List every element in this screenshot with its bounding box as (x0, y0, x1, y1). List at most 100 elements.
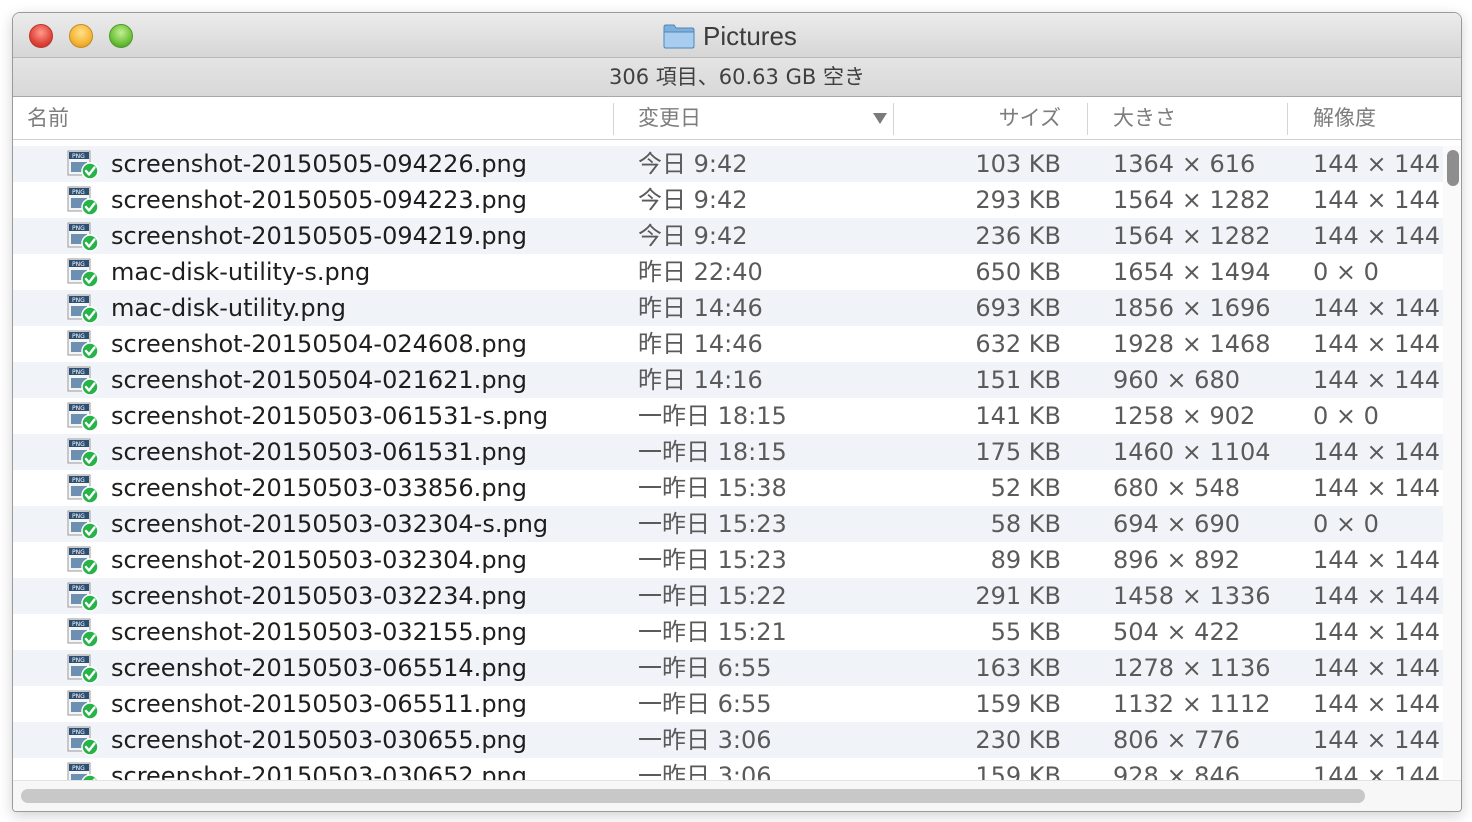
svg-text:PNG: PNG (72, 405, 85, 412)
file-modified-date: 今日 9:42 (638, 150, 748, 178)
file-size: 159 KB (975, 762, 1061, 780)
column-header-name[interactable]: 名前 (27, 97, 69, 139)
file-row[interactable]: PNG mac-disk-utility-s.png 昨日 22:40 650 KB 1… (13, 254, 1443, 290)
file-row[interactable]: PNG screenshot-20150503-032155.png 一昨日 15:… (13, 614, 1443, 650)
svg-text:PNG: PNG (72, 153, 85, 160)
file-name: mac-disk-utility-s.png (111, 258, 371, 286)
file-dimensions: 1564 × 1282 (1113, 222, 1271, 250)
file-row[interactable]: PNG screenshot-20150503-033856.png 一昨日 15:… (13, 470, 1443, 506)
file-name: screenshot-20150503-032234.png (111, 582, 527, 610)
file-size: 89 KB (990, 546, 1061, 574)
file-resolution: 144 × 144 (1313, 726, 1440, 754)
png-file-icon: PNG (67, 150, 99, 180)
file-row[interactable]: PNG screenshot-20150503-065514.png 一昨日 6:5… (13, 650, 1443, 686)
column-divider[interactable] (1287, 103, 1288, 135)
column-header-resolution[interactable]: 解像度 (1313, 97, 1376, 139)
file-resolution: 0 × 0 (1313, 258, 1379, 286)
file-dimensions: 1278 × 1136 (1113, 654, 1271, 682)
svg-text:PNG: PNG (72, 297, 85, 304)
file-name: screenshot-20150503-065511.png (111, 690, 527, 718)
column-header: 名前 変更日 サイズ 大きさ 解像度 (13, 97, 1461, 140)
file-name: screenshot-20150503-032304-s.png (111, 510, 549, 538)
file-resolution: 144 × 144 (1313, 438, 1440, 466)
png-file-icon: PNG (67, 618, 99, 648)
file-resolution: 144 × 144 (1313, 186, 1440, 214)
column-header-size[interactable]: サイズ (953, 97, 1061, 139)
file-resolution: 144 × 144 (1313, 582, 1440, 610)
file-name: screenshot-20150505-094223.png (111, 186, 527, 214)
file-modified-date: 一昨日 18:15 (638, 402, 787, 430)
file-name: screenshot-20150504-024608.png (111, 330, 527, 358)
file-row[interactable]: PNG screenshot-20150503-032234.png 一昨日 15:… (13, 578, 1443, 614)
file-row[interactable]: PNG screenshot-20150504-021621.png 昨日 14:1… (13, 362, 1443, 398)
svg-text:PNG: PNG (72, 441, 85, 448)
minimize-button[interactable] (69, 24, 93, 48)
svg-text:PNG: PNG (72, 333, 85, 340)
file-modified-date: 一昨日 15:23 (638, 510, 787, 538)
file-dimensions: 960 × 680 (1113, 366, 1240, 394)
file-name: screenshot-20150503-033856.png (111, 474, 527, 502)
file-row[interactable]: PNG screenshot-20150503-032304.png 一昨日 15:… (13, 542, 1443, 578)
svg-text:PNG: PNG (72, 225, 85, 232)
file-modified-date: 一昨日 3:06 (638, 762, 772, 780)
horizontal-scrollbar[interactable] (13, 780, 1461, 811)
column-header-dims[interactable]: 大きさ (1113, 97, 1176, 139)
file-resolution: 144 × 144 (1313, 546, 1440, 574)
file-dimensions: 1654 × 1494 (1113, 258, 1271, 286)
file-dimensions: 1460 × 1104 (1113, 438, 1271, 466)
file-modified-date: 一昨日 3:06 (638, 726, 772, 754)
svg-text:PNG: PNG (72, 585, 85, 592)
file-row[interactable]: PNG screenshot-20150503-032304-s.png 一昨日 1… (13, 506, 1443, 542)
svg-text:PNG: PNG (72, 261, 85, 268)
column-header-date[interactable]: 変更日 (638, 97, 701, 139)
file-resolution: 144 × 144 (1313, 222, 1440, 250)
file-size: 58 KB (990, 510, 1061, 538)
png-file-icon: PNG (67, 582, 99, 612)
close-button[interactable] (29, 24, 53, 48)
file-list[interactable]: PNG screenshot-20150505-094226.png 今日 9:42… (13, 146, 1443, 780)
png-file-icon: PNG (67, 402, 99, 432)
file-resolution: 144 × 144 (1313, 330, 1440, 358)
file-modified-date: 一昨日 15:38 (638, 474, 787, 502)
file-dimensions: 1458 × 1336 (1113, 582, 1271, 610)
png-file-icon: PNG (67, 762, 99, 780)
file-row[interactable]: PNG mac-disk-utility.png 昨日 14:46 693 KB 185… (13, 290, 1443, 326)
file-row[interactable]: PNG screenshot-20150505-094219.png 今日 9:42… (13, 218, 1443, 254)
file-modified-date: 一昨日 18:15 (638, 438, 787, 466)
file-row[interactable]: PNG screenshot-20150503-061531.png 一昨日 18:… (13, 434, 1443, 470)
file-dimensions: 1258 × 902 (1113, 402, 1256, 430)
file-name: screenshot-20150503-030655.png (111, 726, 527, 754)
file-row[interactable]: PNG screenshot-20150503-030655.png 一昨日 3:0… (13, 722, 1443, 758)
png-file-icon: PNG (67, 690, 99, 720)
horizontal-scroll-thumb[interactable] (21, 789, 1365, 803)
svg-text:PNG: PNG (72, 477, 85, 484)
file-dimensions: 928 × 846 (1113, 762, 1240, 780)
status-bar: 306 項目、60.63 GB 空き (13, 58, 1461, 97)
file-modified-date: 一昨日 6:55 (638, 654, 772, 682)
file-resolution: 144 × 144 (1313, 654, 1440, 682)
column-divider[interactable] (893, 103, 894, 135)
png-file-icon: PNG (67, 258, 99, 288)
vertical-scrollbar[interactable] (1443, 146, 1461, 780)
file-modified-date: 一昨日 6:55 (638, 690, 772, 718)
file-size: 293 KB (975, 186, 1061, 214)
file-size: 55 KB (990, 618, 1061, 646)
column-divider[interactable] (613, 103, 614, 135)
file-dimensions: 680 × 548 (1113, 474, 1240, 502)
file-dimensions: 1928 × 1468 (1113, 330, 1271, 358)
file-dimensions: 694 × 690 (1113, 510, 1240, 538)
file-resolution: 144 × 144 (1313, 366, 1440, 394)
vertical-scroll-thumb[interactable] (1447, 150, 1459, 186)
png-file-icon: PNG (67, 474, 99, 504)
file-row[interactable]: PNG screenshot-20150503-065511.png 一昨日 6:5… (13, 686, 1443, 722)
column-divider[interactable] (1087, 103, 1088, 135)
svg-text:PNG: PNG (72, 693, 85, 700)
file-row[interactable]: PNG screenshot-20150505-094226.png 今日 9:42… (13, 146, 1443, 182)
title-bar[interactable]: Pictures (13, 13, 1461, 58)
file-row[interactable]: PNG screenshot-20150503-061531-s.png 一昨日 1… (13, 398, 1443, 434)
svg-text:PNG: PNG (72, 513, 85, 520)
file-row[interactable]: PNG screenshot-20150503-030652.png 一昨日 3:0… (13, 758, 1443, 780)
file-row[interactable]: PNG screenshot-20150504-024608.png 昨日 14:4… (13, 326, 1443, 362)
file-row[interactable]: PNG screenshot-20150505-094223.png 今日 9:42… (13, 182, 1443, 218)
zoom-button[interactable] (109, 24, 133, 48)
